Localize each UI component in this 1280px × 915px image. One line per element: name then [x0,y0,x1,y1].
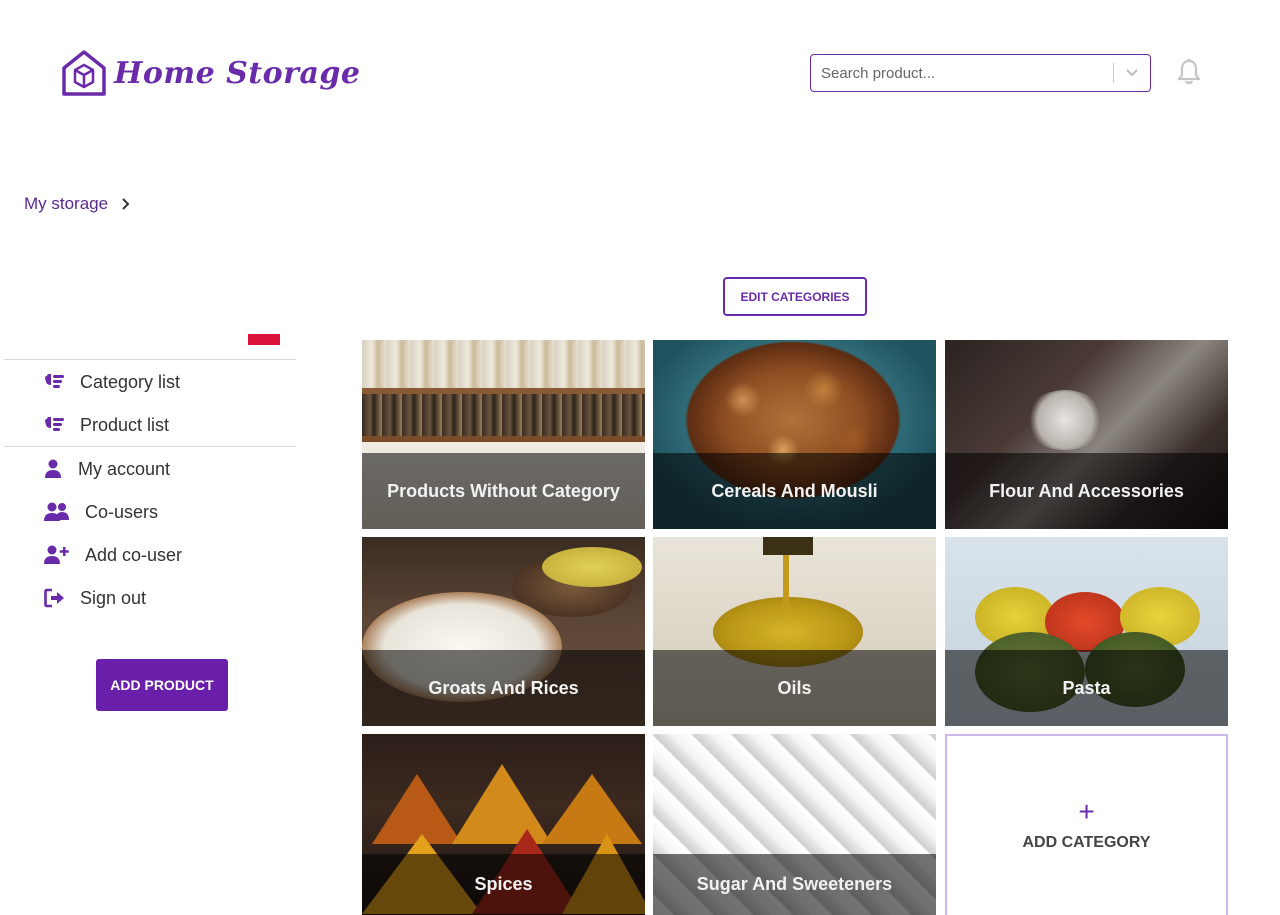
language-flag[interactable] [248,334,280,345]
tile-caption-bar: Groats And Rices [362,650,645,726]
add-category-label: ADD CATEGORY [1022,834,1151,851]
sidebar-item-sign-out[interactable]: Sign out [44,585,146,611]
sign-out-icon [44,587,68,609]
sidebar-divider [4,446,296,447]
list-hand-icon [44,414,68,436]
category-tile-cereals-and-mousli[interactable]: Cereals And Mousli [653,340,936,529]
category-name: Groats And Rices [428,677,579,698]
sidebar-divider [4,359,296,360]
category-tile-sugar-and-sweeteners[interactable]: Sugar And Sweeteners [653,734,936,915]
category-name: Oils [777,677,812,698]
brand-name: Home Storage [114,55,361,91]
sidebar-item-label: Co-users [85,501,159,522]
category-tile-groats-and-rices[interactable]: Groats And Rices [362,537,645,726]
tile-caption-bar: Sugar And Sweeteners [653,854,936,915]
category-tile-products-without-category[interactable]: Products Without Category [362,340,645,529]
sidebar-item-label: Sign out [80,587,147,608]
breadcrumb-my-storage[interactable]: My storage [24,194,108,214]
app-logo[interactable]: Home Storage [60,48,360,98]
tile-caption-bar: Cereals And Mousli [653,453,936,529]
breadcrumb: My storage [24,194,132,214]
category-name: Flour And Accessories [989,480,1184,501]
category-name: Sugar And Sweeteners [696,874,893,894]
sidebar-item-label: Add co-user [85,544,183,565]
users-icon [44,501,74,523]
bell-icon[interactable] [1176,58,1202,86]
tile-caption-bar: Pasta [945,650,1228,726]
chevron-right-icon [122,198,130,210]
category-tile-oils[interactable]: Oils [653,537,936,726]
sidebar-item-category-list[interactable]: Category list [44,369,180,395]
category-name: Products Without Category [387,480,620,501]
user-icon [44,458,68,480]
category-tile-flour-and-accessories[interactable]: Flour And Accessories [945,340,1228,529]
add-product-button[interactable]: ADD PRODUCT [96,659,228,711]
sidebar-item-product-list[interactable]: Product list [44,412,169,438]
sidebar-item-co-users[interactable]: Co-users [44,499,158,525]
add-category-tile[interactable]: + ADD CATEGORY [945,734,1228,915]
sidebar-item-add-co-user[interactable]: Add co-user [44,542,182,568]
tile-caption-bar: Oils [653,650,936,726]
category-name: Spices [474,874,533,894]
category-tile-spices[interactable]: Spices [362,734,645,915]
user-plus-icon [44,544,74,566]
search-input[interactable] [811,58,1101,88]
tile-caption-bar: Spices [362,854,645,915]
sidebar-item-my-account[interactable]: My account [44,456,170,482]
category-name: Cereals And Mousli [711,480,878,501]
tile-caption-bar: Products Without Category [362,453,645,529]
category-tile-pasta[interactable]: Pasta [945,537,1228,726]
list-hand-icon [44,371,68,393]
sidebar-item-label: My account [78,458,171,479]
sidebar-item-label: Category list [80,371,181,392]
edit-categories-button[interactable]: EDIT CATEGORIES [723,277,867,316]
search-box[interactable] [810,54,1151,92]
house-box-icon [62,50,106,96]
tile-caption-bar: Flour And Accessories [945,453,1228,529]
category-name: Pasta [1062,677,1111,698]
chevron-down-icon[interactable] [1114,55,1150,91]
plus-icon: + [1078,796,1095,827]
sidebar-item-label: Product list [80,414,170,435]
